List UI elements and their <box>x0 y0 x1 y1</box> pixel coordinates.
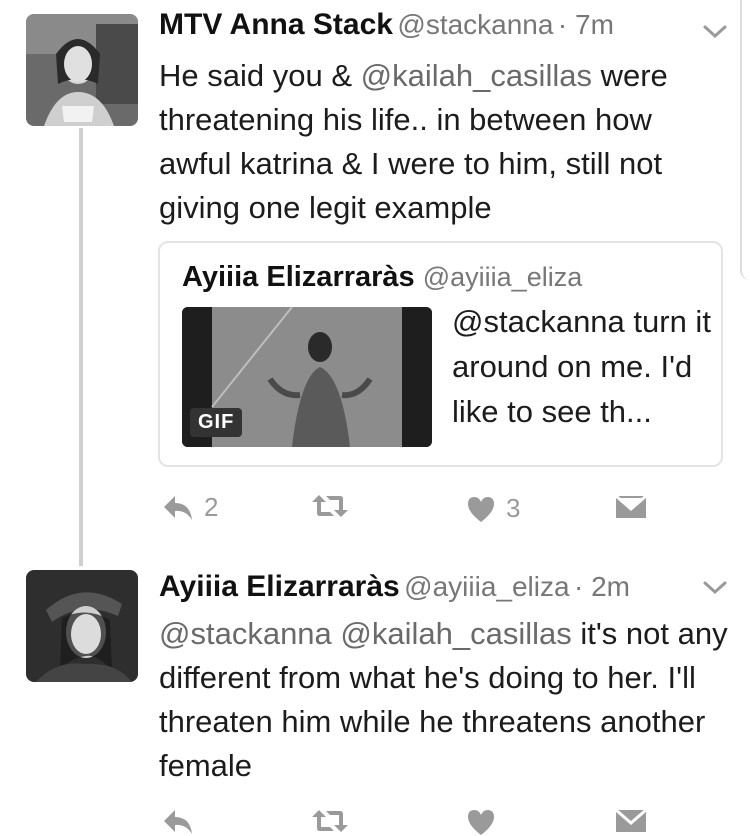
tweet-header: MTV Anna Stack @stackanna · 7m <box>159 8 614 42</box>
author-name[interactable]: Ayiiia Elizarraràs <box>159 570 400 603</box>
retweet-icon <box>312 495 348 517</box>
avatar-photo <box>26 570 138 682</box>
tweet-text: He said you & @kailah_casillas were thre… <box>159 54 719 230</box>
mention-link[interactable]: @stackanna @kailah_casillas <box>159 616 572 651</box>
message-icon <box>615 494 647 518</box>
author-handle[interactable]: @stackanna <box>397 9 553 40</box>
message-icon <box>615 808 647 832</box>
reply-count: 2 <box>204 492 219 522</box>
screen-edge <box>740 0 750 280</box>
mention-link[interactable]: @kailah_casillas <box>361 58 592 93</box>
tweet-text: @stackanna @kailah_casillas it's not any… <box>159 612 729 788</box>
gif-badge: GIF <box>190 408 243 437</box>
like-button[interactable]: 3 <box>466 493 520 524</box>
message-button[interactable] <box>614 494 648 520</box>
avatar-photo <box>26 14 138 126</box>
author-handle[interactable]: @ayiiia_eliza <box>404 571 569 602</box>
tweet-time[interactable]: · 2m <box>574 571 630 602</box>
chevron-down-icon[interactable] <box>702 24 728 40</box>
avatar-ayiiia[interactable] <box>26 570 138 682</box>
reply-button[interactable]: 2 <box>162 492 218 523</box>
retweet-button[interactable] <box>310 493 350 519</box>
tweet-header: Ayiiia Elizarraràs @ayiiia_eliza · 2m <box>159 570 630 604</box>
like-count: 3 <box>506 493 521 523</box>
author-name[interactable]: MTV Anna Stack <box>159 8 393 41</box>
retweet-icon <box>312 810 348 832</box>
tweet-time[interactable]: · 7m <box>558 9 614 40</box>
quote-text: @stackanna turn it around on me. I'd lik… <box>452 304 711 429</box>
thread-line <box>79 128 83 566</box>
quote-author-handle: @ayiiia_eliza <box>422 262 583 292</box>
quoted-tweet-card[interactable]: Ayiiia Elizarraràs @ayiiia_eliza GIF @st… <box>158 241 723 467</box>
quote-author-name: Ayiiia Elizarraràs <box>182 261 415 293</box>
avatar-anna[interactable] <box>26 14 138 126</box>
reply-icon <box>164 495 192 520</box>
quote-header: Ayiiia Elizarraràs @ayiiia_eliza <box>182 261 582 294</box>
retweet-button[interactable] <box>310 808 350 834</box>
gif-thumbnail[interactable]: GIF <box>182 307 432 447</box>
chevron-down-icon[interactable] <box>702 580 728 596</box>
message-button[interactable] <box>614 808 648 834</box>
tweet-text-part: He said you & <box>159 58 361 93</box>
heart-icon <box>468 496 494 522</box>
